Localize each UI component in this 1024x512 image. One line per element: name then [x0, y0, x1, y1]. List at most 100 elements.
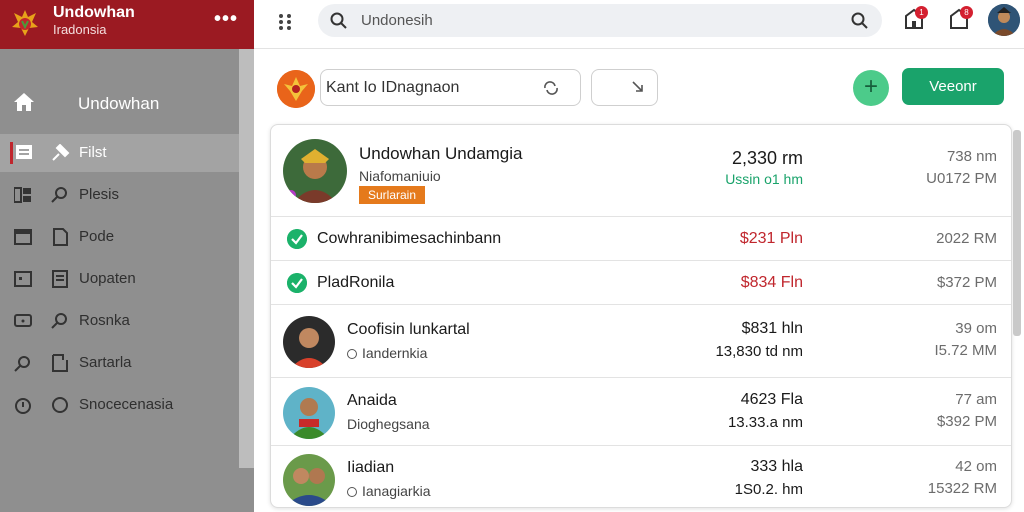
item-name: PladRonila [317, 274, 395, 291]
messages-button[interactable]: 8 [949, 6, 973, 32]
person-location: Dioghegsana [347, 416, 430, 432]
sidebar-item-label: Snocecenasia [79, 396, 174, 413]
emblem-icon [12, 10, 38, 36]
search-icon [330, 12, 347, 29]
sidebar-item-filst[interactable]: Filst [0, 134, 239, 172]
pin-tool-icon [52, 144, 70, 161]
emblem-icon [277, 70, 315, 108]
active-indicator [10, 142, 13, 164]
search-icon [51, 313, 67, 329]
list-item[interactable]: PladRonila $834 Fln $372 PM [271, 261, 1011, 305]
person-location-text: Iandernkia [362, 345, 428, 361]
magnifier-icon [14, 356, 30, 372]
arrow-icon [632, 81, 643, 92]
info-icon [15, 398, 31, 414]
avatar-photo-icon [283, 387, 335, 439]
person-name: Coofisin lunkartal [347, 321, 470, 338]
avatar [283, 387, 335, 439]
person-name: Iiadian [347, 459, 395, 476]
home-icon [14, 93, 34, 111]
globe-icon [52, 397, 68, 413]
amount: 4623 Fla [740, 391, 803, 408]
date-value: U0172 PM [926, 170, 997, 187]
avatar [283, 139, 347, 203]
notification-badge: 1 [915, 6, 928, 19]
title-field[interactable] [320, 69, 581, 106]
notification-badge: 8 [960, 6, 973, 19]
sidebar-item-label: Pode [79, 228, 115, 245]
table-row[interactable]: Coofisin lunkartal Iandernkia $831 hln 1… [271, 305, 1011, 378]
table-row[interactable]: Anaida Dioghegsana 4623 Fla 13.33.a nm 7… [271, 378, 1011, 446]
amount: 333 hla [750, 458, 804, 475]
window-icon [14, 229, 32, 245]
user-avatar[interactable] [988, 4, 1020, 36]
document-icon [53, 228, 68, 246]
title-input[interactable] [326, 77, 536, 99]
profile-subtitle: Niafomaniuio [359, 168, 441, 184]
sidebar-item-sartarla[interactable]: Sartarla [0, 344, 239, 382]
sidebar-scrollbar[interactable] [239, 49, 254, 468]
time-value: $372 PM [936, 274, 997, 291]
primary-action-button[interactable]: Veeonr [902, 68, 1004, 105]
chat-icon [14, 314, 32, 327]
date-value: I5.72 MM [934, 342, 997, 359]
add-button[interactable]: + [853, 70, 889, 106]
amount: $831 hln [741, 320, 803, 337]
sidebar-item-snocecenasia[interactable]: Snocecenasia [0, 386, 239, 424]
sidebar-item-pode[interactable]: Pode [0, 218, 239, 256]
brand-name: Undowhan [53, 4, 135, 21]
person-location: Iandernkia [347, 345, 427, 361]
list-icon [16, 145, 32, 159]
sidebar-item-uopaten[interactable]: Uopaten [0, 260, 239, 298]
user-photo-icon [988, 4, 1020, 36]
table-row[interactable]: Iiadian Ianagiarkia 333 hla 1S0.2. hm 42… [271, 446, 1011, 507]
grid-icon[interactable] [278, 13, 292, 31]
person-location-text: Ianagiarkia [362, 483, 431, 499]
filter-button[interactable] [591, 69, 658, 106]
location-pin-icon [347, 349, 357, 359]
location-pin-icon [347, 487, 357, 497]
status-badge: Surlarain [359, 186, 426, 204]
time-value: 738 nm [946, 148, 997, 165]
list-scrollbar[interactable] [1013, 130, 1021, 336]
notes-icon [52, 270, 68, 288]
org-logo [277, 70, 315, 108]
search-input[interactable] [361, 9, 821, 31]
status-value: Ussin o1 hm [725, 171, 803, 187]
amount-secondary: 13.33.a nm [727, 414, 803, 431]
search-icon [51, 187, 67, 203]
time-value: 42 om [955, 458, 997, 475]
avatar [283, 454, 335, 506]
avatar [283, 316, 335, 368]
date-value: $392 PM [936, 413, 997, 430]
person-name: Anaida [347, 392, 397, 409]
search-submit-icon[interactable] [851, 12, 869, 30]
avatar-photo-icon [283, 316, 335, 368]
date-value: 15322 RM [927, 480, 997, 497]
notifications-button[interactable]: 1 [904, 6, 928, 32]
sidebar: Undowhan Iradonsia ••• Undowhan Filst Pl… [0, 0, 254, 512]
sidebar-item-home[interactable]: Undowhan [0, 80, 239, 126]
sidebar-item-rosnka[interactable]: Rosnka [0, 302, 239, 340]
more-options-icon[interactable]: ••• [214, 8, 238, 31]
panel-icon [14, 271, 32, 287]
time-value: 2022 RM [936, 230, 997, 247]
amount: $231 Pln [739, 230, 803, 247]
check-circle-icon [287, 229, 307, 249]
grid-block-icon [14, 187, 31, 203]
time-value: 77 am [955, 391, 997, 408]
brand-header: Undowhan Iradonsia ••• [0, 0, 254, 49]
sidebar-item-plesis[interactable]: Plesis [0, 176, 239, 214]
sync-icon[interactable] [543, 81, 559, 95]
list-item[interactable]: Cowhranibimesachinbann $231 Pln 2022 RM [271, 217, 1011, 261]
time-value: 39 om [955, 320, 997, 337]
profile-name: Undowhan Undamgia [359, 144, 523, 163]
avatar-photo-icon [283, 139, 347, 203]
search-bar[interactable] [318, 4, 882, 37]
sidebar-home-label: Undowhan [78, 94, 160, 113]
profile-row[interactable]: Undowhan Undamgia Niafomaniuio Surlarain… [271, 125, 1011, 217]
amount: $834 Fln [740, 274, 803, 291]
brand-subtitle: Iradonsia [53, 22, 107, 37]
sidebar-item-label: Filst [79, 144, 107, 161]
amount-secondary: 13,830 td nm [715, 343, 803, 360]
